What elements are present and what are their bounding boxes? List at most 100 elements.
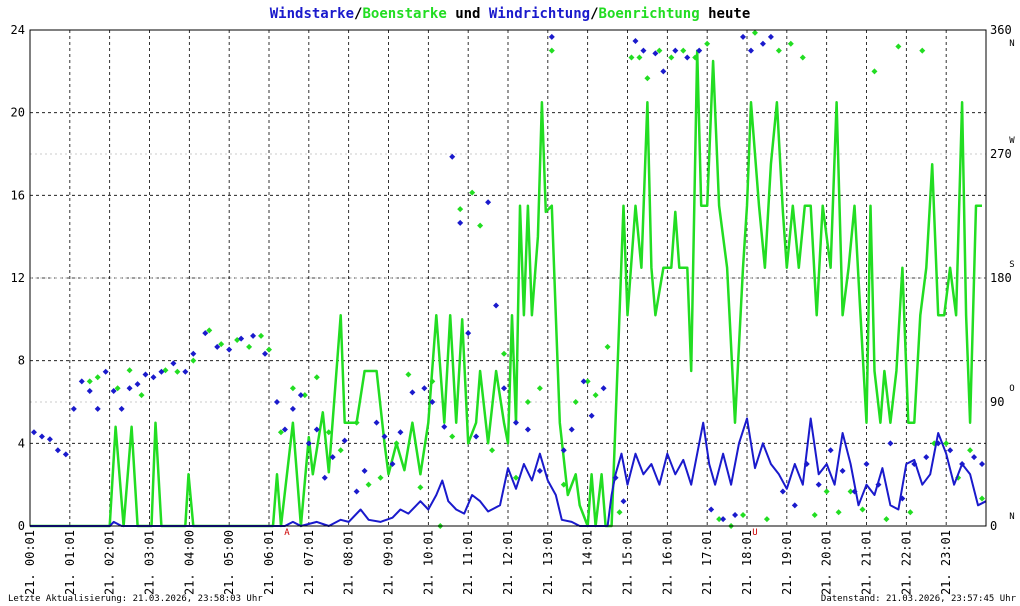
- gust-dir-point: [377, 474, 384, 481]
- gust-dir-point: [174, 368, 181, 375]
- wind-dir-point: [70, 405, 77, 412]
- title-part-3: und: [447, 6, 489, 22]
- wind-dir-point: [493, 302, 500, 309]
- gust-dir-point: [289, 385, 296, 392]
- title-part-1: /: [354, 6, 362, 22]
- wind-dir-point: [373, 419, 380, 426]
- wind-dir-point: [759, 40, 766, 47]
- wind-dir-point: [38, 433, 45, 440]
- gust-dir-point: [126, 367, 133, 374]
- gust-dir-point: [979, 495, 986, 502]
- wind-dir-point: [708, 506, 715, 513]
- gust-dir-point: [258, 332, 265, 339]
- wind-dir-point: [134, 381, 141, 388]
- footer-left: Letzte Aktualisierung: 21.03.2026, 23:58…: [8, 594, 263, 604]
- gust-dir-point: [823, 488, 830, 495]
- wind-dir-point: [620, 498, 627, 505]
- wind-dir-point: [118, 405, 125, 412]
- y-right-tick-label: 360: [990, 23, 1012, 37]
- wind-dir-point: [126, 385, 133, 392]
- gust-dir-point: [704, 40, 711, 47]
- y-right-tick-label: 90: [990, 395, 1004, 409]
- y-left-tick-label: 0: [18, 519, 25, 533]
- wind-dir-point: [289, 405, 296, 412]
- gust-dir-point: [266, 346, 272, 353]
- wind-dir-point: [839, 467, 846, 474]
- wind-dir-point: [62, 451, 69, 458]
- wind-dir-point: [297, 392, 304, 399]
- wind-dir-point: [54, 447, 61, 454]
- wind-dir-point: [190, 350, 197, 357]
- compass-label: N: [1009, 512, 1014, 522]
- y-left-tick-label: 4: [18, 436, 25, 450]
- wind-dir-point: [740, 33, 747, 40]
- wind-dir-point: [170, 360, 177, 367]
- gust-dir-point: [919, 47, 926, 54]
- gust-dir-point: [138, 392, 145, 399]
- gust-dir-point: [644, 75, 651, 82]
- wind-dir-point: [273, 399, 280, 405]
- wind-dir-point: [512, 419, 519, 426]
- wind-dir-point: [46, 436, 53, 443]
- x-tick-label: 21. 02:01: [103, 530, 117, 595]
- gust-dir-point: [365, 481, 372, 488]
- wind-dir-point: [923, 454, 930, 461]
- wind-dir-point: [632, 38, 639, 45]
- gust-dir-point: [417, 484, 424, 491]
- event-marker: U: [752, 528, 757, 538]
- wind-dir-point: [150, 374, 157, 381]
- title-part-2: Boenstarke: [362, 6, 446, 22]
- wind-dir-point: [947, 447, 954, 454]
- gust-dir-point: [393, 440, 400, 447]
- x-tick-label: 21. 13:01: [541, 530, 555, 595]
- x-tick-label: 21. 06:01: [262, 530, 276, 595]
- wind-dir-point: [779, 488, 786, 495]
- wind-dir-point: [353, 488, 360, 495]
- y-right-tick-label: 180: [990, 271, 1012, 285]
- y-right-tick-label: 270: [990, 147, 1012, 161]
- wind-dir-point: [441, 423, 448, 430]
- gust-dir-point: [592, 392, 599, 399]
- gust-dir-point: [895, 43, 902, 50]
- wind-dir-point: [142, 371, 149, 378]
- x-tick-label: 21. 07:01: [302, 530, 316, 595]
- x-tick-label: 21. 14:01: [581, 530, 595, 595]
- wind-dir-point: [250, 332, 257, 339]
- gust-dir-point: [883, 516, 890, 523]
- wind-dir-point: [341, 437, 348, 444]
- wind-dir-point: [361, 467, 368, 474]
- compass-label: N: [1009, 39, 1014, 49]
- gust-dir-point: [668, 54, 675, 61]
- wind-dir-point: [78, 378, 85, 385]
- wind-dir-point: [791, 502, 798, 509]
- y-left-tick-label: 20: [11, 106, 25, 120]
- title-part-4: Windrichtung: [489, 6, 590, 22]
- x-tick-label: 21. 05:00: [222, 530, 236, 595]
- gust-dir-point: [811, 511, 818, 518]
- wind-dir-point: [720, 516, 727, 523]
- gust-dir-point: [835, 509, 842, 516]
- y-left-tick-label: 8: [18, 354, 25, 368]
- gust-dir-point: [477, 222, 484, 229]
- gust-dir-point: [763, 516, 770, 523]
- wind-dir-point: [321, 474, 328, 481]
- gust-dir-point: [628, 54, 635, 61]
- wind-dir-point: [640, 47, 647, 54]
- gust-dir-point: [859, 506, 866, 513]
- x-tick-label: 21. 16:01: [660, 530, 674, 595]
- wind-dir-point: [580, 378, 587, 385]
- gust-dir-point: [190, 357, 197, 364]
- gust-dir-point: [246, 343, 253, 350]
- gust-dir-point: [353, 419, 360, 426]
- wind-dir-point: [182, 368, 189, 375]
- wind-dir-point: [568, 426, 575, 433]
- wind-dir-point: [397, 429, 404, 436]
- x-tick-label: 21. 23:01: [939, 530, 953, 595]
- wind-dir-point: [979, 461, 986, 467]
- footer-right: Datenstand: 21.03.2026, 23:57:45 Uhr: [821, 594, 1017, 604]
- x-tick-label: 21. 20:01: [820, 530, 834, 595]
- wind-dir-point: [588, 412, 595, 419]
- wind-dir-point: [815, 481, 822, 488]
- gust-dir-point: [751, 29, 758, 36]
- title-part-0: Windstarke: [270, 6, 354, 22]
